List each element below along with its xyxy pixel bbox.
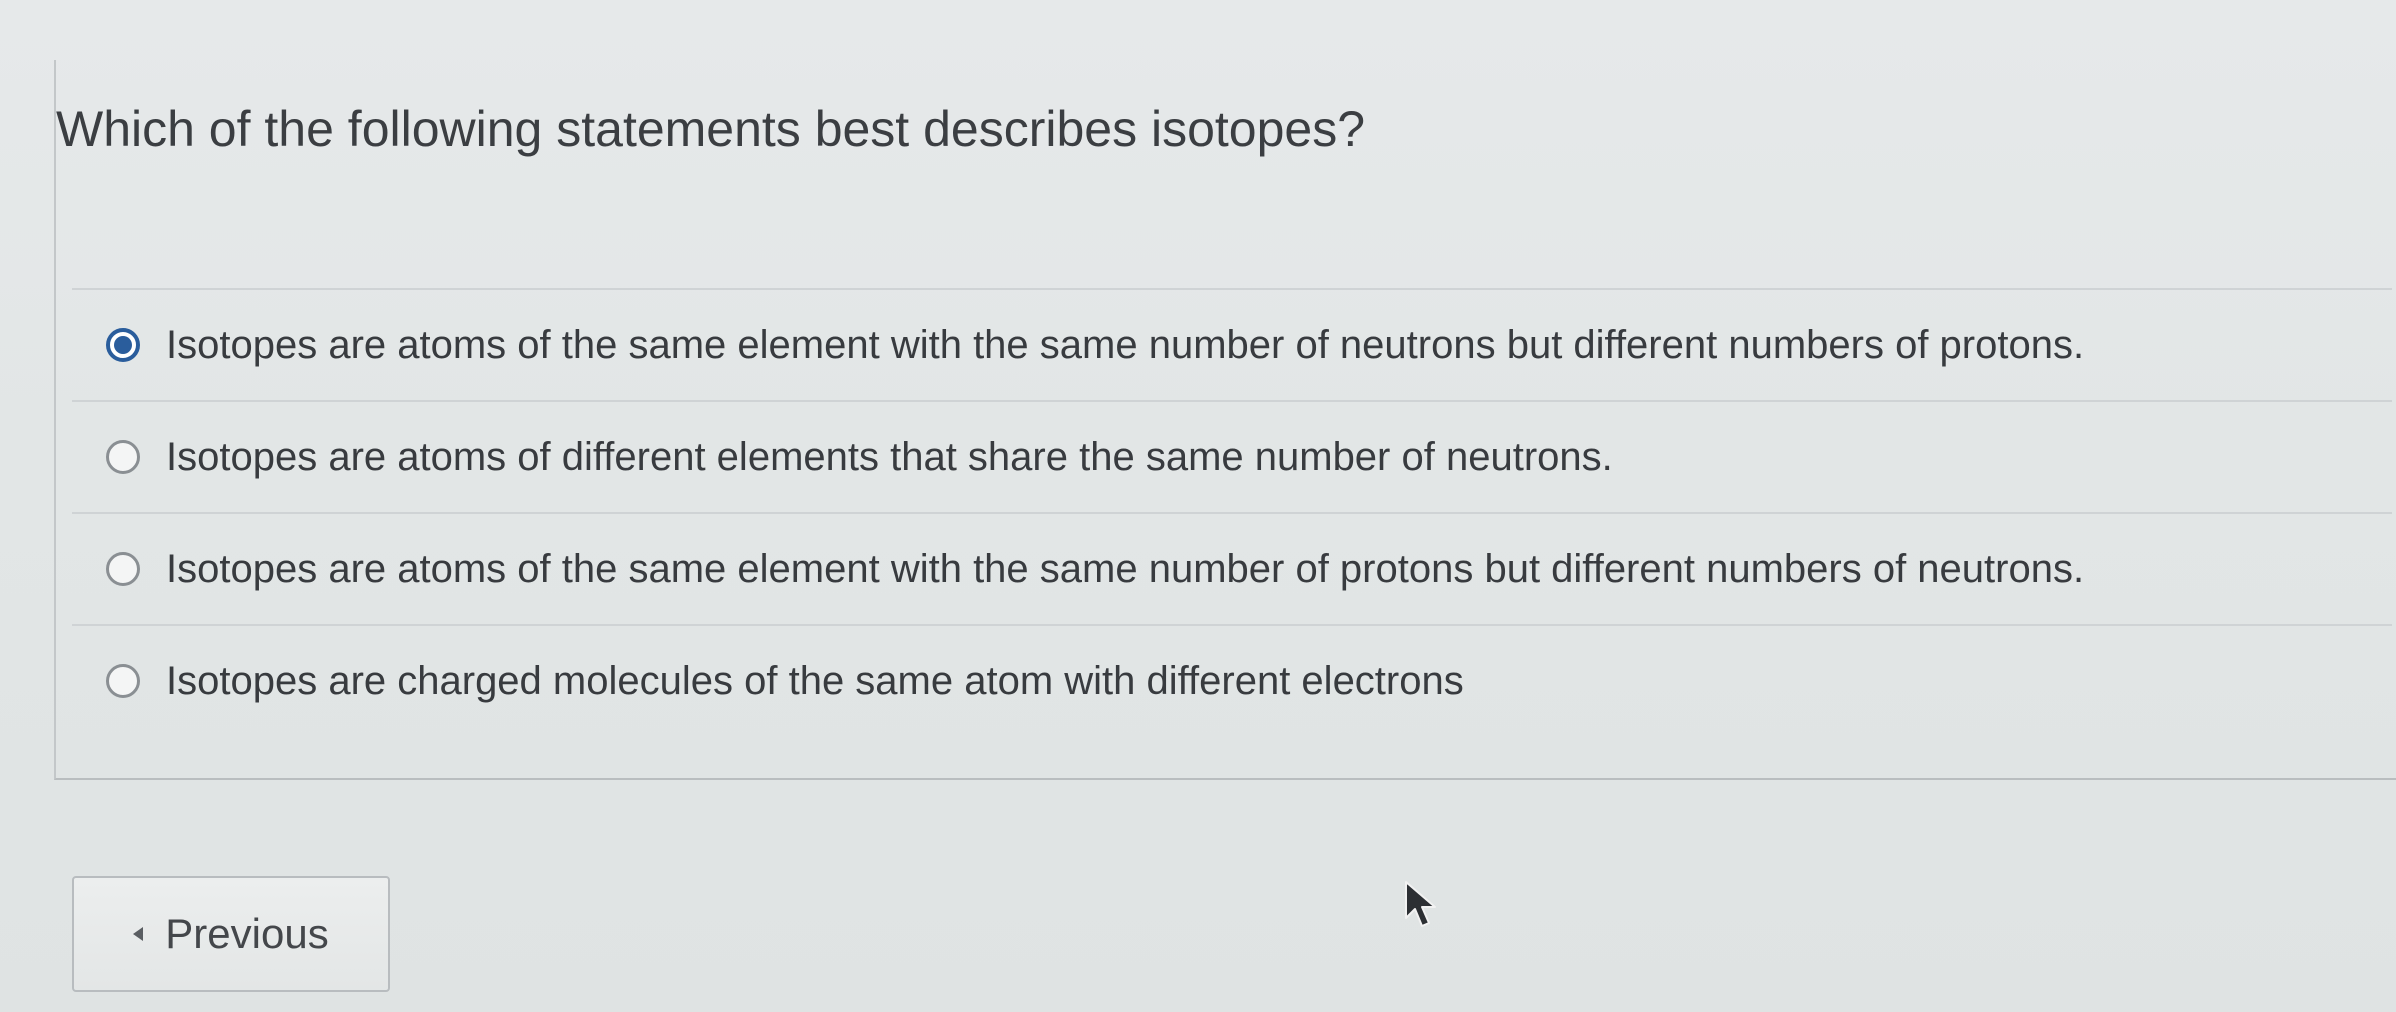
radio-button[interactable]	[106, 664, 140, 698]
caret-left-icon	[133, 927, 144, 941]
answer-option-1[interactable]: Isotopes are atoms of the same element w…	[72, 288, 2392, 400]
radio-button[interactable]	[106, 440, 140, 474]
mouse-pointer-icon	[1405, 881, 1436, 927]
answer-option-2[interactable]: Isotopes are atoms of different elements…	[72, 400, 2392, 512]
previous-button[interactable]: Previous	[72, 876, 390, 992]
radio-button[interactable]	[106, 552, 140, 586]
answer-label: Isotopes are atoms of different elements…	[166, 434, 1613, 479]
answer-label: Isotopes are charged molecules of the sa…	[166, 658, 1464, 703]
question-panel: Which of the following statements best d…	[54, 60, 2396, 780]
answer-label: Isotopes are atoms of the same element w…	[166, 546, 2085, 591]
answer-label: Isotopes are atoms of the same element w…	[166, 322, 2085, 367]
previous-label: Previous	[165, 910, 329, 957]
radio-button-selected[interactable]	[106, 328, 140, 362]
answer-list: Isotopes are atoms of the same element w…	[72, 288, 2392, 736]
answer-option-3[interactable]: Isotopes are atoms of the same element w…	[72, 512, 2392, 624]
question-text: Which of the following statements best d…	[56, 101, 1366, 157]
answer-option-4[interactable]: Isotopes are charged molecules of the sa…	[72, 624, 2392, 736]
